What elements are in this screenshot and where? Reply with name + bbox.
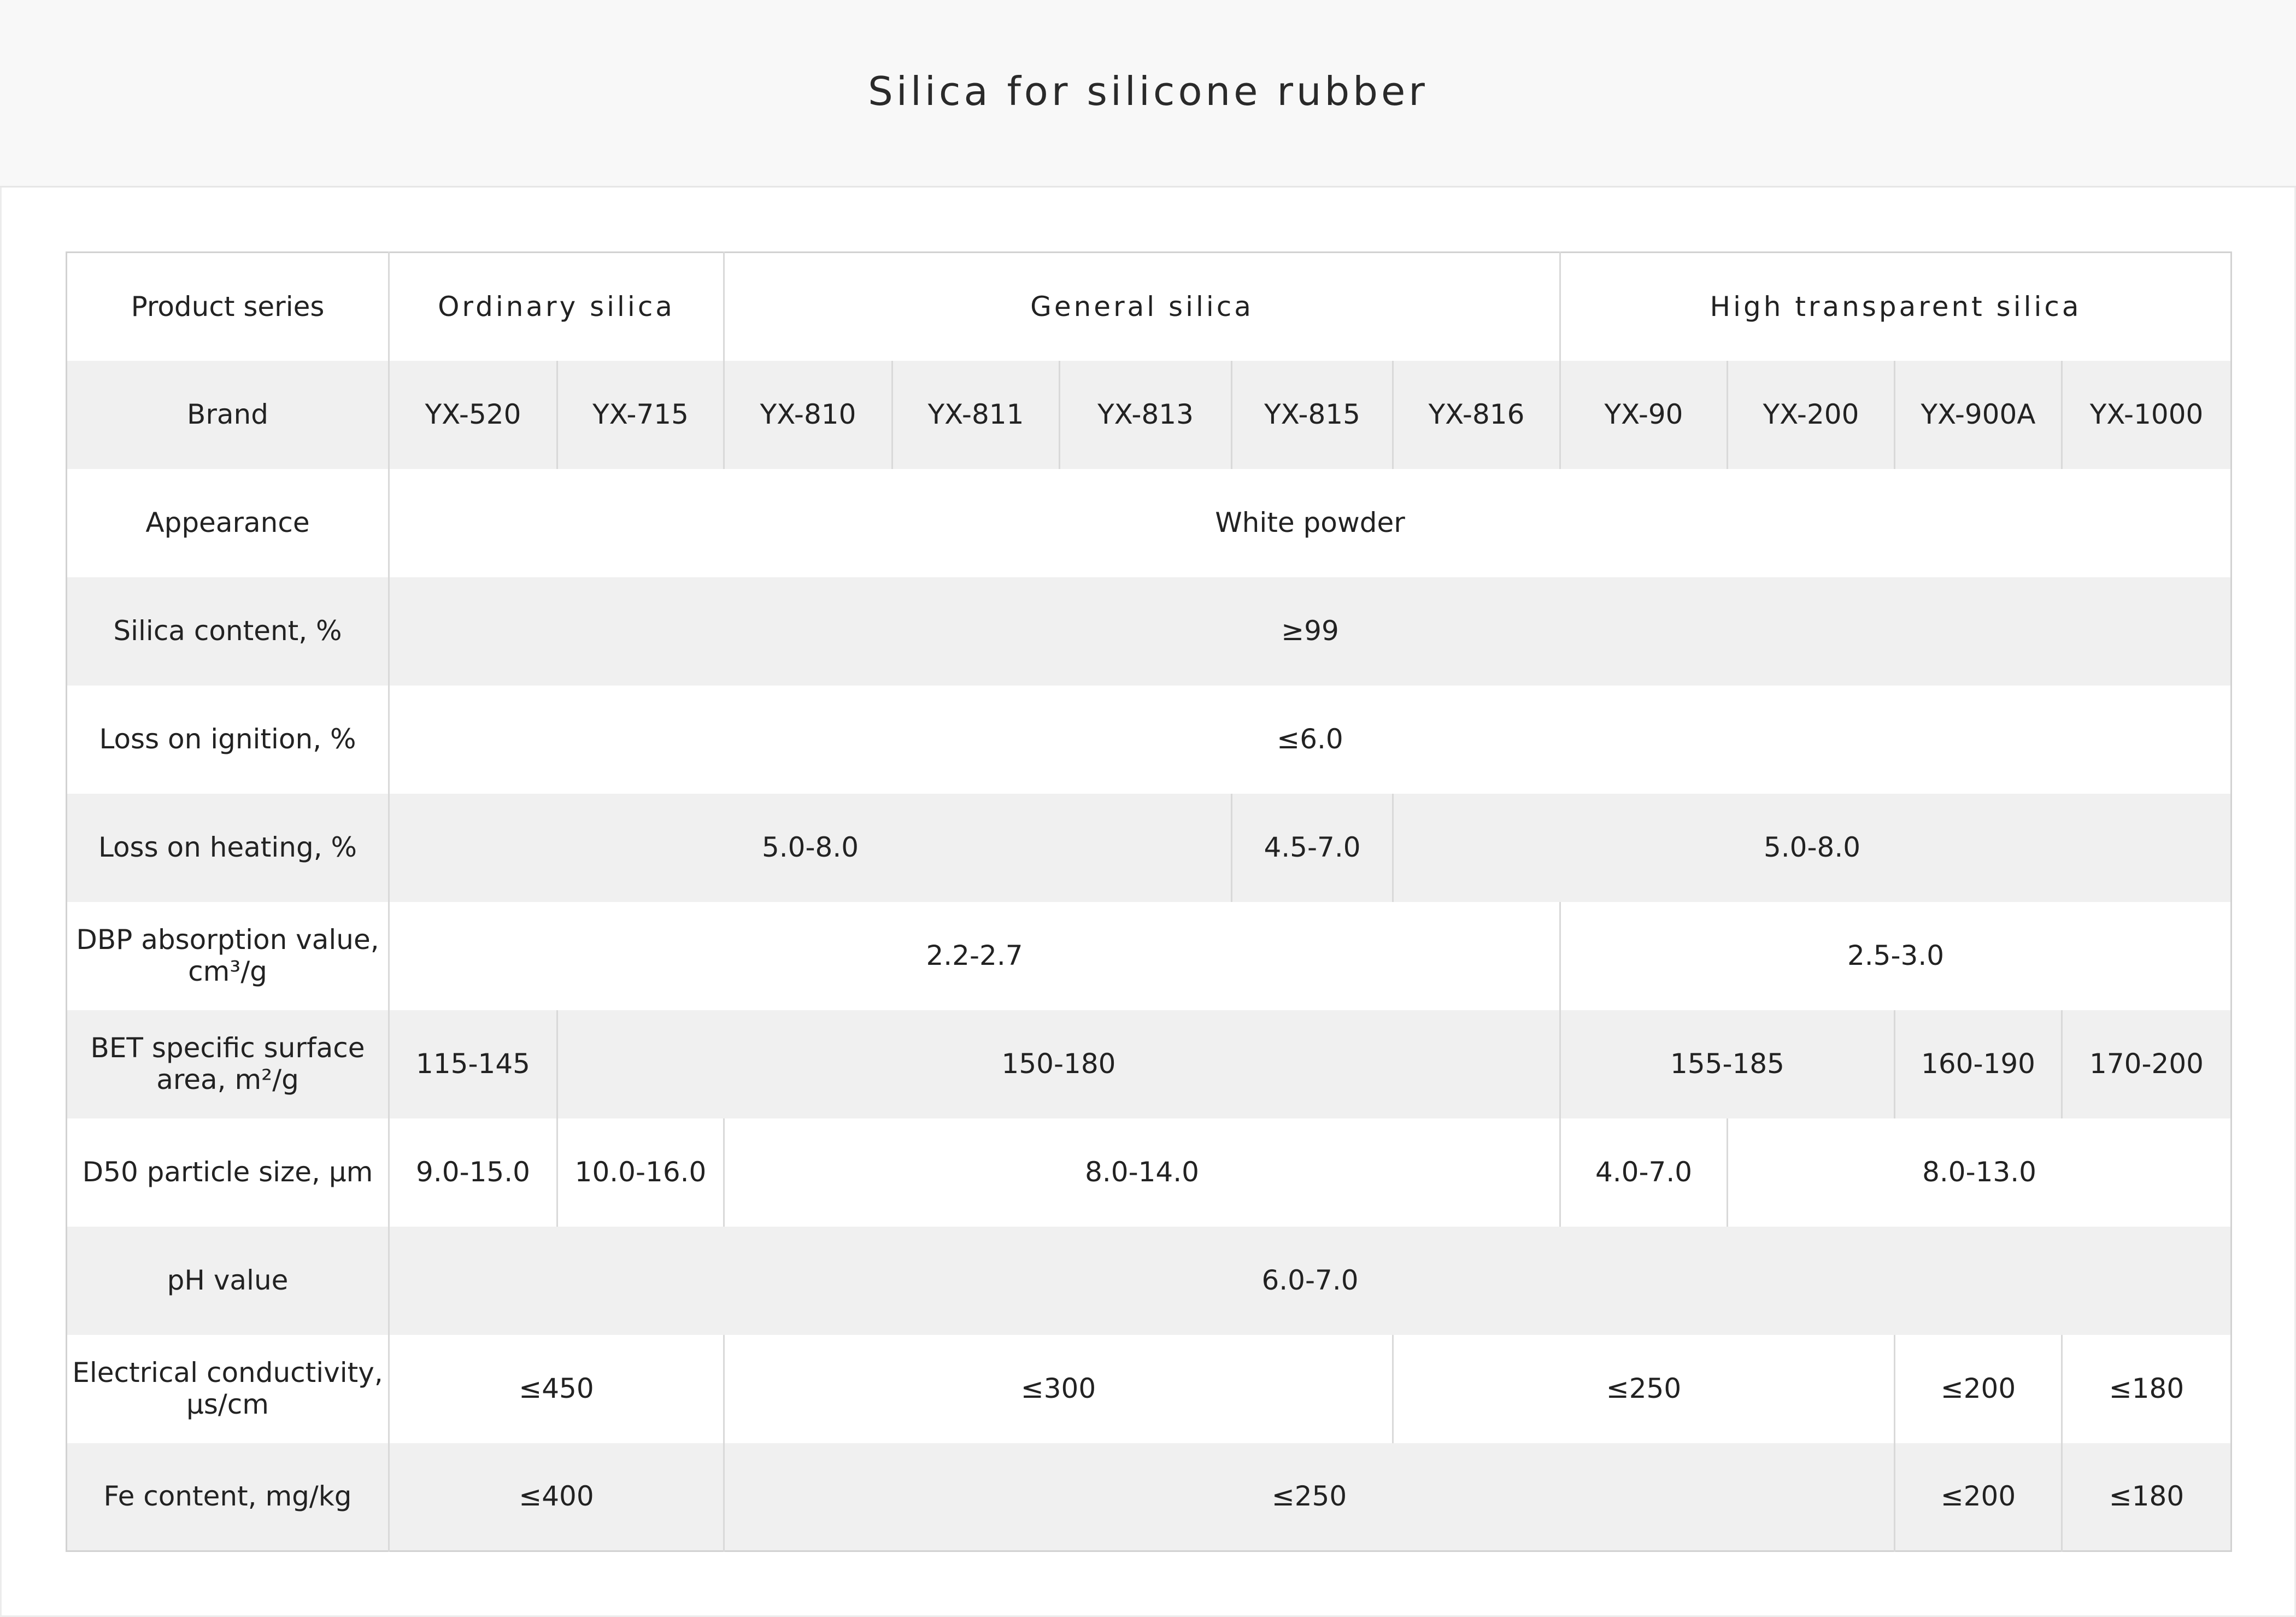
value-cell: ≤300 [723, 1334, 1393, 1443]
spec-table: Product series Ordinary silica General s… [66, 251, 2233, 1552]
brand-cell: YX-1000 [2061, 360, 2232, 469]
brand-cell: YX-520 [388, 360, 557, 469]
row-label: BET specific surface area, m²/g [66, 1010, 389, 1118]
value-cell: ≤250 [723, 1443, 1895, 1551]
value-cell: 160-190 [1894, 1010, 2062, 1118]
value-cell: 4.0-7.0 [1559, 1118, 1728, 1227]
page-title: Silica for silicone rubber [868, 68, 1428, 114]
row-label: D50 particle size, μm [66, 1118, 389, 1227]
brand-cell: YX-200 [1727, 360, 1895, 469]
value-cell: 9.0-15.0 [388, 1118, 557, 1227]
series-general-cell: General silica [723, 252, 1560, 361]
table-row-silica-content: Silica content, % ≥99 [66, 577, 2232, 686]
table-row-loss-on-ignition: Loss on ignition, % ≤6.0 [66, 685, 2232, 794]
table-row-product-series: Product series Ordinary silica General s… [66, 252, 2232, 361]
value-cell: 2.5-3.0 [1559, 901, 2232, 1010]
value-cell: 10.0-16.0 [556, 1118, 724, 1227]
value-cell: ≤200 [1894, 1443, 2062, 1551]
brand-cell: YX-816 [1392, 360, 1560, 469]
brand-cell: YX-715 [556, 360, 724, 469]
table-row-loss-on-heating: Loss on heating, % 5.0-8.0 4.5-7.0 5.0-8… [66, 793, 2232, 902]
value-cell: 2.2-2.7 [387, 901, 1560, 1010]
value-cell: 6.0-7.0 [387, 1226, 2232, 1335]
value-cell: 155-185 [1559, 1010, 1895, 1118]
value-cell: ≤6.0 [387, 685, 2232, 794]
table-row-brand: Brand YX-520 YX-715 YX-810 YX-811 YX-813… [66, 360, 2232, 469]
row-label: Silica content, % [66, 577, 389, 686]
value-cell: ≤400 [387, 1443, 724, 1551]
brand-cell: YX-811 [891, 360, 1060, 469]
table-row-dbp-absorption: DBP absorption value, cm³/g 2.2-2.7 2.5-… [66, 901, 2232, 1010]
table-row-ph-value: pH value 6.0-7.0 [66, 1226, 2232, 1335]
value-cell: 5.0-8.0 [1392, 793, 2232, 902]
value-cell: ≤250 [1392, 1334, 1895, 1443]
row-label: Fe content, mg/kg [66, 1443, 389, 1551]
value-cell: ≤200 [1894, 1334, 2062, 1443]
brand-cell: YX-815 [1231, 360, 1393, 469]
table-row-d50-particle-size: D50 particle size, μm 9.0-15.0 10.0-16.0… [66, 1118, 2232, 1227]
value-cell: ≥99 [387, 577, 2232, 686]
series-ordinary-cell: Ordinary silica [387, 252, 724, 361]
value-cell: ≤180 [2061, 1443, 2232, 1551]
value-cell: 8.0-13.0 [1727, 1118, 2232, 1227]
row-label: Brand [66, 360, 389, 469]
table-row-electrical-conductivity: Electrical conductivity, μs/cm ≤450 ≤300… [66, 1334, 2232, 1443]
row-label: pH value [66, 1226, 389, 1335]
brand-cell: YX-900A [1894, 360, 2062, 469]
brand-cell: YX-813 [1059, 360, 1232, 469]
value-cell: 8.0-14.0 [723, 1118, 1560, 1227]
row-label: Product series [66, 252, 389, 361]
value-cell: ≤450 [387, 1334, 724, 1443]
value-cell: ≤180 [2061, 1334, 2232, 1443]
table-row-bet-surface-area: BET specific surface area, m²/g 115-145 … [66, 1010, 2232, 1118]
value-cell: White powder [387, 468, 2232, 577]
page-header: Silica for silicone rubber [0, 0, 2296, 188]
brand-cell: YX-90 [1559, 360, 1728, 469]
value-cell: 170-200 [2061, 1010, 2232, 1118]
value-cell: 5.0-8.0 [387, 793, 1232, 902]
row-label: Loss on ignition, % [66, 685, 389, 794]
value-cell: 4.5-7.0 [1231, 793, 1393, 902]
series-high-transparent-cell: High transparent silica [1559, 252, 2232, 361]
table-row-appearance: Appearance White powder [66, 468, 2232, 577]
row-label: Electrical conductivity, μs/cm [66, 1334, 389, 1443]
table-row-fe-content: Fe content, mg/kg ≤400 ≤250 ≤200 ≤180 [66, 1443, 2232, 1551]
value-cell: 150-180 [556, 1010, 1560, 1118]
row-label: DBP absorption value, cm³/g [66, 901, 389, 1010]
brand-cell: YX-810 [723, 360, 892, 469]
row-label: Loss on heating, % [66, 793, 389, 902]
value-cell: 115-145 [388, 1010, 557, 1118]
row-label: Appearance [66, 468, 389, 577]
